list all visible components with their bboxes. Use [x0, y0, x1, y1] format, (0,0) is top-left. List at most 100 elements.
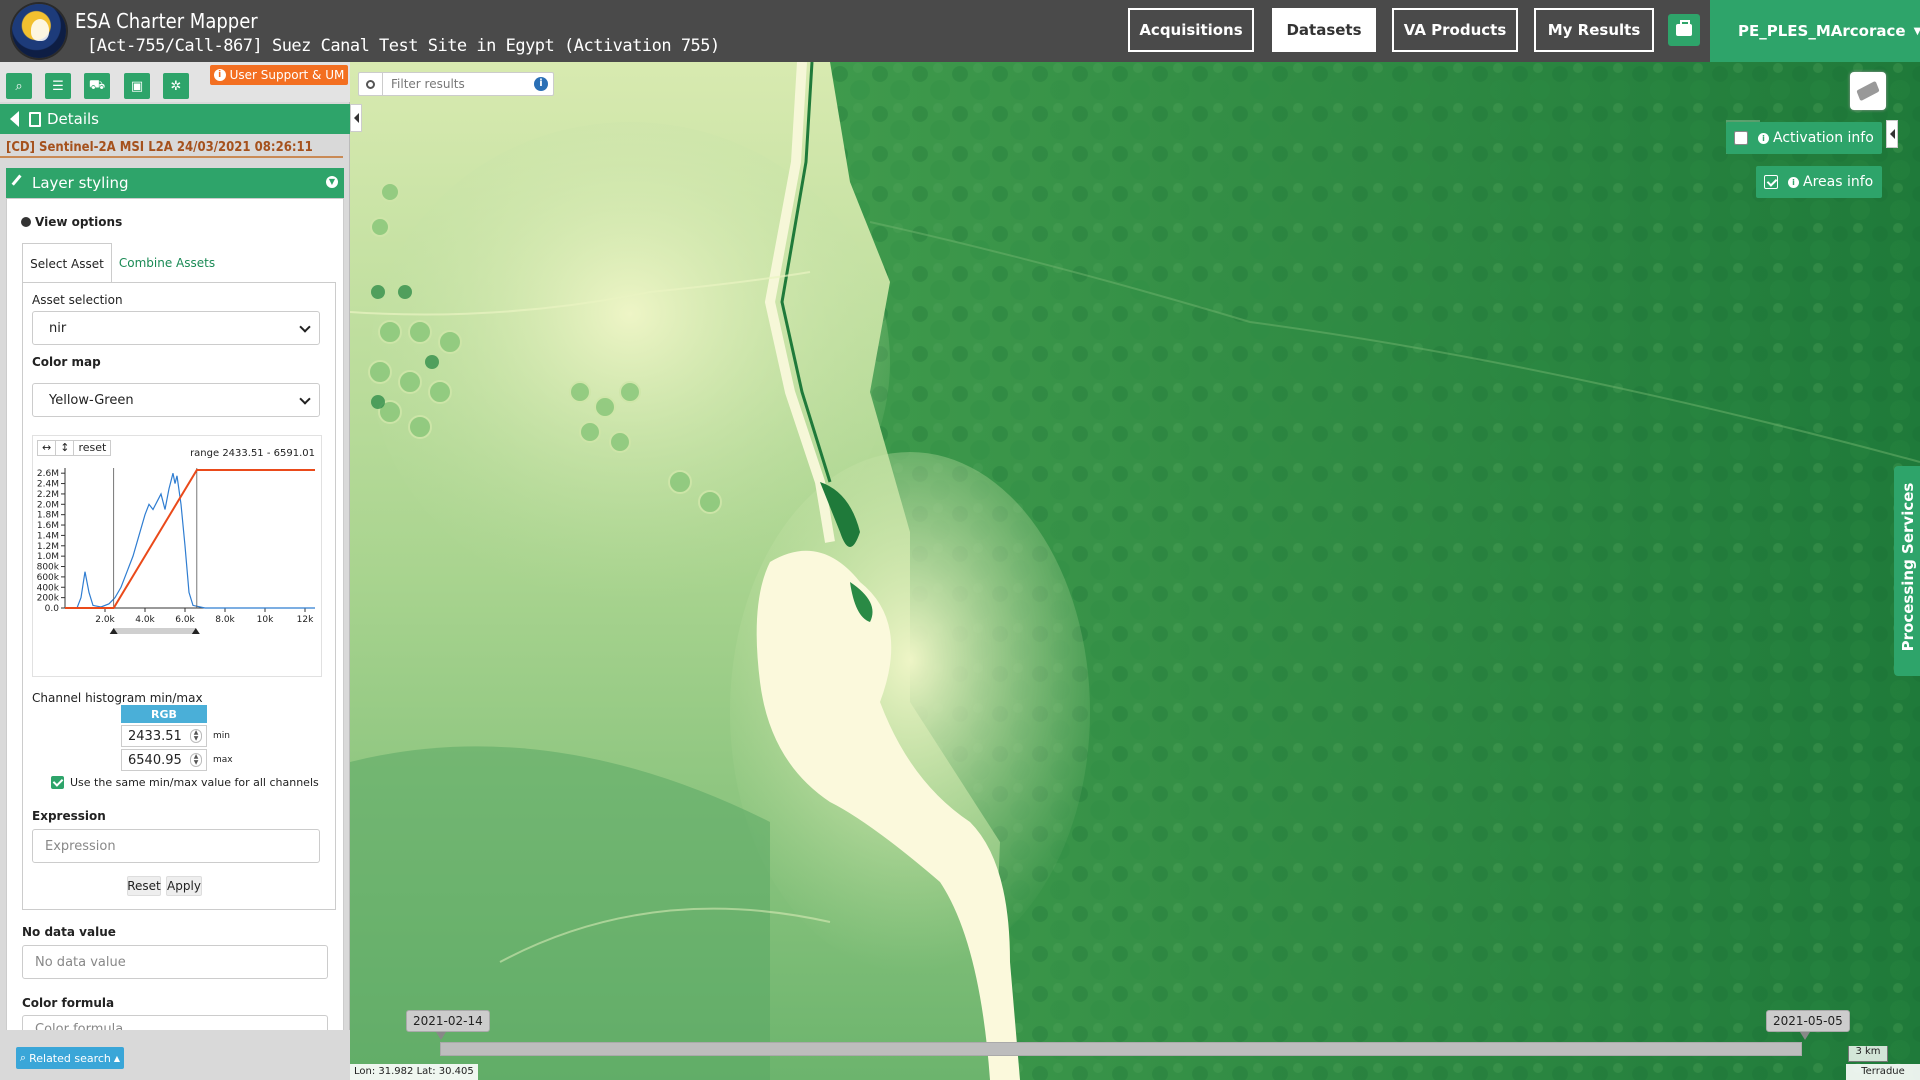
coordinate-readout: Lon: 31.982 Lat: 30.405	[350, 1064, 478, 1080]
archive-tool-button[interactable]: ▣	[124, 73, 150, 99]
user-support-button[interactable]: i User Support & UM	[210, 65, 348, 85]
min-suffix: min	[213, 731, 230, 741]
satellite-image[interactable]	[350, 62, 1920, 1080]
settings-tool-button[interactable]: ✲	[163, 73, 189, 99]
y-tick-label: 2.0M	[37, 500, 59, 510]
color-map-value: Yellow-Green	[49, 392, 134, 408]
reset-zoom-button[interactable]: reset	[74, 441, 110, 455]
max-value: 6540.95	[128, 752, 182, 768]
asset-selection-label: Asset selection	[32, 293, 123, 307]
briefcase-button[interactable]	[1668, 14, 1700, 46]
layers-button[interactable]	[1850, 72, 1886, 110]
y-tick-label: 200k	[37, 594, 60, 604]
y-tick-label: 800k	[37, 563, 60, 573]
areas-info-toggle[interactable]: i Areas info	[1756, 166, 1882, 198]
color-formula-label: Color formula	[22, 996, 115, 1010]
checkbox-icon[interactable]	[1734, 131, 1748, 145]
checkbox-checked-icon[interactable]	[51, 776, 64, 789]
map-view[interactable]	[350, 62, 1920, 1080]
min-input[interactable]: 2433.51 ▲ ▼	[121, 725, 207, 747]
spinner-icon[interactable]: ▲ ▼	[190, 753, 202, 767]
histogram-range: range 2433.51 - 6591.01	[190, 448, 315, 459]
same-minmax-checkbox[interactable]: Use the same min/max value for all chann…	[51, 776, 319, 789]
nav-acquisitions-button[interactable]: Acquisitions	[1128, 8, 1254, 52]
activation-info-toggle[interactable]: i Activation info	[1726, 122, 1882, 154]
esa-logo[interactable]	[12, 4, 66, 58]
layers-icon	[1856, 80, 1880, 102]
y-tick-label: 2.4M	[37, 480, 59, 490]
checkbox-checked-icon[interactable]	[1764, 175, 1778, 189]
x-tick-label: 10k	[257, 615, 274, 625]
x-tick-label: 4.0k	[135, 615, 155, 625]
histogram-tools: ↔ ↕ reset	[37, 440, 112, 456]
view-options[interactable]: View options	[21, 215, 122, 229]
zoom-x-button[interactable]: ↔	[38, 441, 57, 455]
user-menu[interactable]: PE_PLES_MArcorace ▼	[1710, 0, 1920, 62]
processing-services-tab[interactable]: Processing Services	[1894, 466, 1920, 676]
briefcase-icon	[1676, 20, 1692, 36]
layer-styling-header[interactable]: Layer styling ▼	[6, 168, 344, 198]
styling-body: View options Select Asset Combine Assets…	[6, 198, 344, 1080]
color-map-select[interactable]: Yellow-Green	[32, 383, 320, 417]
scale-bar: 3 km	[1848, 1046, 1888, 1062]
tab-select-asset[interactable]: Select Asset	[22, 243, 112, 283]
timeline-start-handle[interactable]	[436, 1032, 446, 1040]
y-tick-label: 400k	[37, 583, 60, 593]
details-bar[interactable]: Details	[0, 104, 350, 134]
nav-my-results-button[interactable]: My Results	[1534, 8, 1654, 52]
caret-down-icon: ▼	[1913, 25, 1920, 37]
filter-results-input[interactable]: Filter results	[358, 72, 554, 96]
max-input[interactable]: 6540.95 ▲ ▼	[121, 749, 207, 771]
tab-combine-assets[interactable]: Combine Assets	[117, 243, 217, 283]
y-tick-label: 1.4M	[37, 531, 59, 541]
search-icon: ⌕	[19, 1051, 27, 1064]
channel-minmax-label: Channel histogram min/max	[32, 691, 203, 705]
y-tick-label: 2.6M	[37, 469, 59, 479]
basket-tool-button[interactable]: ⛟	[84, 73, 110, 99]
collapse-info-button[interactable]	[1886, 120, 1898, 148]
y-tick-label: 2.2M	[37, 490, 59, 500]
search-tool-button[interactable]: ⌕	[6, 73, 32, 99]
zoom-y-button[interactable]: ↕	[56, 441, 75, 455]
asset-select[interactable]: nir	[32, 311, 320, 345]
spinner-icon[interactable]: ▲ ▼	[190, 729, 202, 743]
map-attribution: Terradue	[1846, 1064, 1920, 1080]
panel-toolbar: ⌕ ☰ ⛟ ▣ ✲ i User Support & UM	[0, 62, 350, 102]
layer-styling-label: Layer styling	[32, 174, 129, 192]
list-tool-button[interactable]: ☰	[45, 73, 71, 99]
y-tick-label: 600k	[37, 573, 60, 583]
search-icon: ⌕	[15, 78, 23, 94]
histogram-chart[interactable]: 0.0200k400k600k800k1.0M1.2M1.4M1.6M1.8M2…	[33, 460, 323, 676]
chevron-down-icon[interactable]: ▼	[326, 176, 338, 188]
info-icon[interactable]: i	[534, 77, 548, 91]
y-tick-label: 1.0M	[37, 552, 59, 562]
nav-datasets-button[interactable]: Datasets	[1272, 8, 1376, 52]
back-icon[interactable]	[10, 111, 19, 127]
search-icon[interactable]	[359, 73, 383, 95]
range-brush	[113, 628, 196, 634]
user-support-label: User Support & UM	[229, 68, 345, 82]
collapse-panel-button[interactable]	[350, 104, 362, 132]
apply-button[interactable]: Apply	[166, 876, 202, 896]
no-data-input[interactable]: No data value	[22, 945, 328, 979]
related-search-label: Related search	[29, 1051, 111, 1065]
y-tick-label: 1.2M	[37, 542, 59, 552]
left-panel: ⌕ ☰ ⛟ ▣ ✲ i User Support & UM Details [CD…	[0, 62, 350, 1080]
reset-button[interactable]: Reset	[127, 876, 161, 896]
areas-info-label: Areas info	[1803, 174, 1874, 190]
x-tick-label: 2.0k	[95, 615, 115, 625]
timeline-end-handle[interactable]	[1800, 1032, 1810, 1040]
related-search-button[interactable]: ⌕ Related search ▲	[16, 1047, 124, 1069]
activation-info-label: Activation info	[1773, 130, 1874, 146]
expression-input[interactable]: Expression	[32, 829, 320, 863]
timeline-end-label: 2021-05-05	[1766, 1010, 1850, 1032]
chevron-down-icon	[299, 321, 311, 333]
timeline-slider[interactable]	[440, 1042, 1802, 1056]
y-tick-label: 1.6M	[37, 521, 59, 531]
x-tick-label: 12k	[297, 615, 314, 625]
processing-services-label: Processing Services	[1899, 482, 1917, 652]
nav-va-products-button[interactable]: VA Products	[1392, 8, 1518, 52]
radio-icon	[21, 217, 31, 227]
user-name: PE_PLES_MArcorace	[1738, 22, 1906, 40]
histogram-panel[interactable]: ↔ ↕ reset range 2433.51 - 6591.01 0.0 200…	[32, 435, 322, 677]
